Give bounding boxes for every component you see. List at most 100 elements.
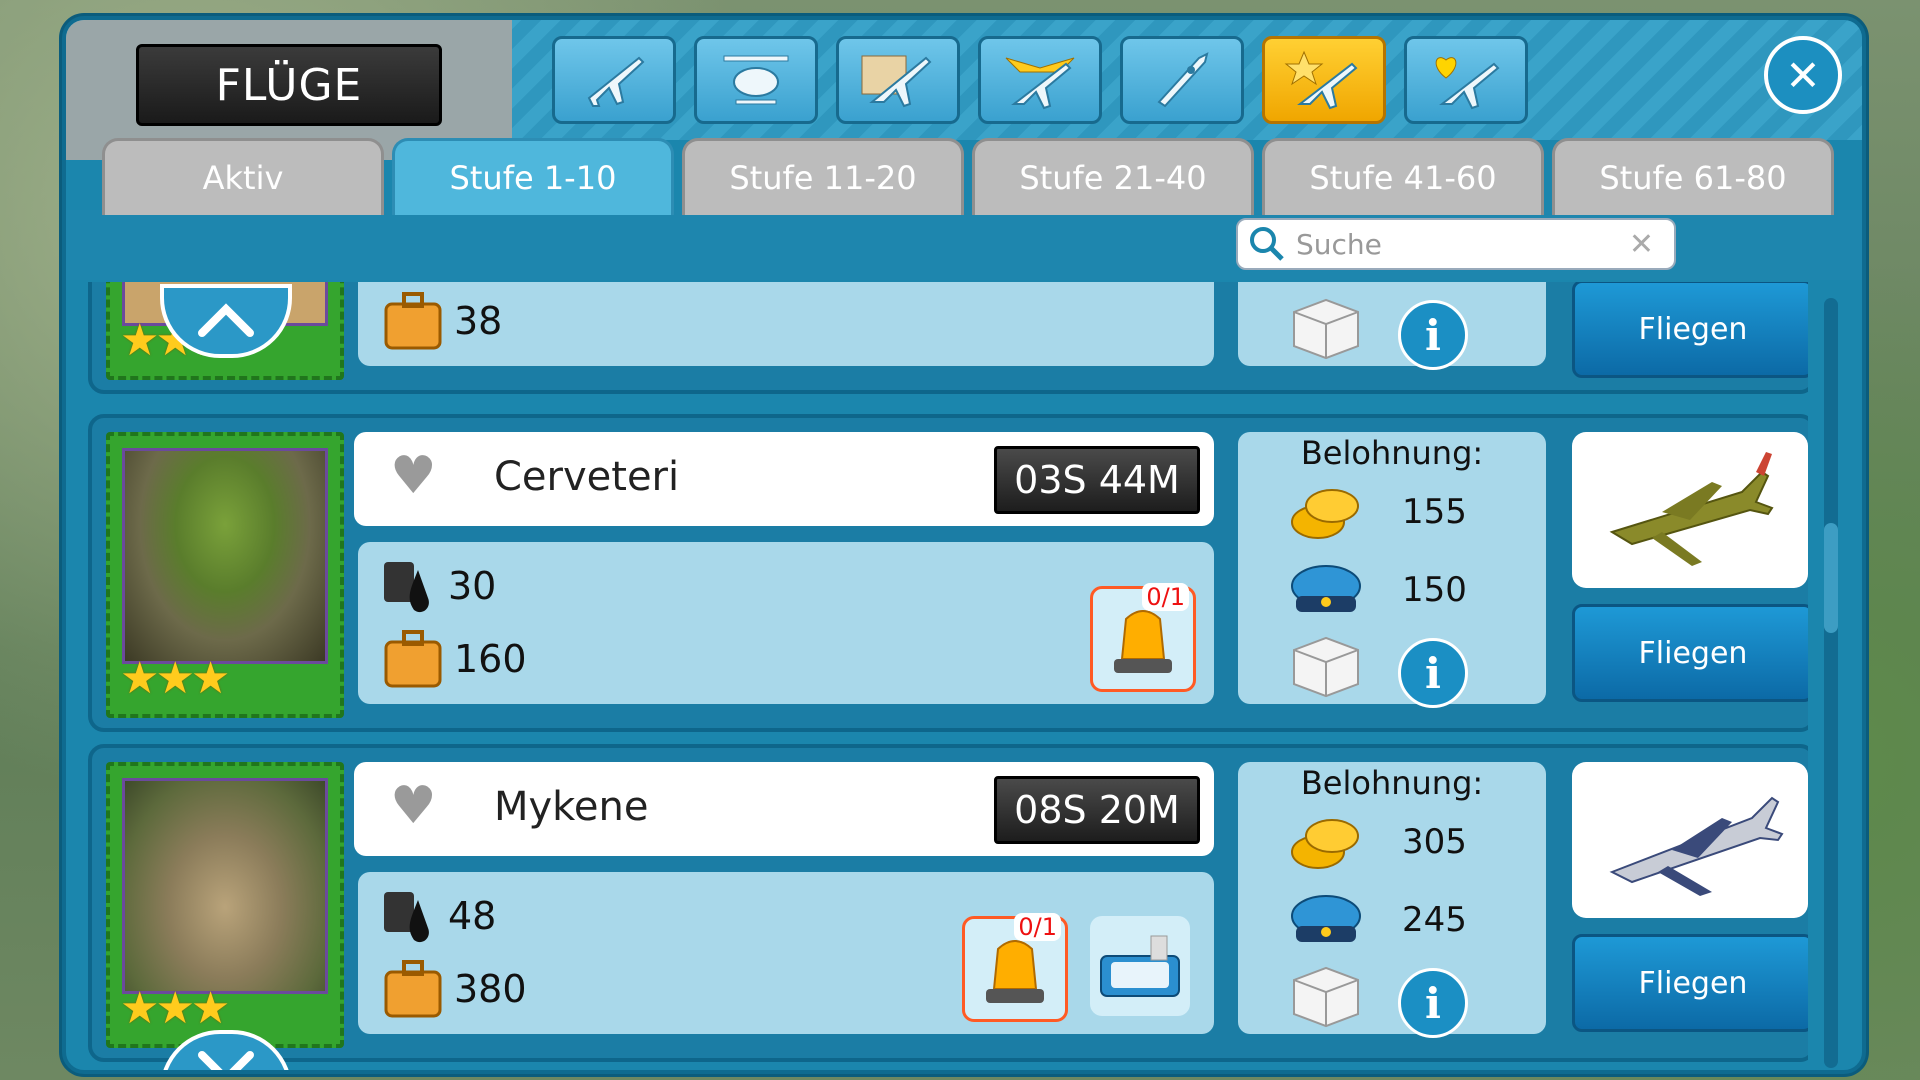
flight-row-cerveteri: ★★★ ♥ Cerveteri 03S 44M 30 160 0/1 Beloh… <box>88 414 1808 732</box>
tab-stufe-1-10[interactable]: Stufe 1-10 <box>392 138 674 215</box>
fly-button[interactable]: Fliegen <box>1572 934 1808 1032</box>
heart-plane-icon <box>1435 57 1500 110</box>
tab-stufe-61-80[interactable]: Stufe 61-80 <box>1552 138 1834 215</box>
flight-list: ★★★ 38 i Fliegen ★★★ ♥ Cerveteri 03S 44M… <box>88 282 1808 1062</box>
star-plane-icon <box>1284 50 1358 110</box>
pilot-cap-icon <box>1291 565 1361 612</box>
reward-label: Belohnung: <box>1300 434 1484 472</box>
category-star-button[interactable] <box>1262 36 1386 124</box>
fly-button[interactable]: Fliegen <box>1572 604 1808 702</box>
rating-stars: ★★★ <box>120 983 230 1034</box>
coins-icon <box>1291 819 1359 869</box>
reward-box-line <box>1288 294 1364 360</box>
bags-requirement: 380 <box>382 960 527 1018</box>
rating-stars: ★★★ <box>120 653 230 704</box>
cargo-plane-icon <box>1609 452 1774 566</box>
reward-panel: i <box>1238 282 1546 370</box>
coins-value: 155 <box>1402 492 1467 532</box>
requirements-panel: 48 380 0/1 <box>358 872 1214 1034</box>
flight-timer: 08S 20M <box>994 776 1200 844</box>
category-rocket-button[interactable] <box>1120 36 1244 124</box>
search-field[interactable]: Suche ✕ <box>1236 218 1676 270</box>
search-placeholder: Suche <box>1296 227 1382 261</box>
suitcase-icon <box>384 630 442 688</box>
jet-plane-icon <box>587 56 645 107</box>
suitcase-icon <box>384 960 442 1018</box>
scrollbar[interactable] <box>1824 298 1838 1068</box>
info-button[interactable]: i <box>1398 300 1468 370</box>
scrollbar-thumb[interactable] <box>1824 523 1838 633</box>
oil-drop-icon <box>384 562 429 613</box>
reward-box-line <box>1288 962 1364 1028</box>
reward-pilots: 150 <box>1288 560 1467 620</box>
destination-photo <box>122 448 328 664</box>
tab-stufe-21-40[interactable]: Stufe 21-40 <box>972 138 1254 215</box>
bags-requirement: 160 <box>382 630 527 688</box>
category-map-button[interactable] <box>836 36 960 124</box>
search-clear-icon[interactable]: ✕ <box>1629 227 1654 262</box>
siren-boost-slot[interactable]: 0/1 <box>1090 583 1196 692</box>
flights-window: FLÜGE ✕ Aktiv Stufe 1-10 Stufe 11-20 Stu… <box>62 16 1866 1074</box>
box-icon <box>1293 298 1359 360</box>
window-title: FLÜGE <box>136 44 442 126</box>
siren-boost-slot[interactable]: 0/1 <box>962 913 1068 1022</box>
category-helicopter-button[interactable] <box>694 36 818 124</box>
reward-box-line <box>1288 632 1364 698</box>
category-wings-button[interactable] <box>978 36 1102 124</box>
pilots-value: 150 <box>1402 570 1467 610</box>
favorite-heart-icon[interactable]: ♥ <box>390 450 437 502</box>
destination-name: Cerveteri <box>494 454 680 500</box>
chevron-up-icon <box>198 303 254 337</box>
tab-stufe-41-60[interactable]: Stufe 41-60 <box>1262 138 1544 215</box>
pilots-value: 245 <box>1402 900 1467 940</box>
meal-tray-icon <box>1100 935 1180 997</box>
meal-tray-slot[interactable] <box>1090 916 1190 1016</box>
fuel-requirement: 30 <box>382 556 496 616</box>
helicopter-icon <box>723 55 789 105</box>
winged-plane-icon <box>1005 57 1075 110</box>
siren-count-badge: 0/1 <box>1142 583 1189 611</box>
tab-aktiv[interactable]: Aktiv <box>102 138 384 215</box>
destination-stamp: ★★★ <box>106 762 344 1048</box>
plane-card <box>1572 762 1808 918</box>
jumbo-jet-icon <box>1609 796 1784 896</box>
tab-stufe-11-20[interactable]: Stufe 11-20 <box>682 138 964 215</box>
favorite-heart-icon[interactable]: ♥ <box>390 780 437 832</box>
info-button[interactable]: i <box>1398 638 1468 708</box>
flight-row-mykene: ★★★ ♥ Mykene 08S 20M 48 380 0/1 Belohnun… <box>88 744 1808 1062</box>
fuel-value: 30 <box>448 564 497 608</box>
siren-icon <box>1114 610 1172 673</box>
reward-label: Belohnung: <box>1300 764 1484 802</box>
bags-value: 160 <box>454 637 527 681</box>
coins-icon <box>1291 489 1359 539</box>
search-icon <box>1250 227 1284 261</box>
reward-coins: 155 <box>1288 482 1467 542</box>
fuel-value: 48 <box>448 894 497 938</box>
siren-icon <box>986 940 1044 1003</box>
map-plane-icon <box>861 55 932 108</box>
pilot-cap-icon <box>1291 895 1361 942</box>
destination-name: Mykene <box>494 784 649 830</box>
chevron-down-icon <box>198 1051 254 1070</box>
box-icon <box>1293 966 1359 1028</box>
category-jet-button[interactable] <box>552 36 676 124</box>
close-icon: ✕ <box>1785 50 1821 100</box>
destination-photo <box>122 778 328 994</box>
box-icon <box>1293 636 1359 698</box>
destination-header: ♥ Cerveteri 03S 44M <box>354 432 1214 526</box>
category-favorites-button[interactable] <box>1404 36 1528 124</box>
flight-row-partial: ★★★ 38 i Fliegen <box>88 282 1808 394</box>
close-button[interactable]: ✕ <box>1764 36 1842 114</box>
siren-count-badge: 0/1 <box>1014 913 1061 941</box>
destination-stamp: ★★★ <box>106 432 344 718</box>
info-button[interactable]: i <box>1398 968 1468 1038</box>
bags-value: 38 <box>454 299 503 343</box>
plane-card <box>1572 432 1808 588</box>
suitcase-icon <box>384 292 442 350</box>
bags-value: 380 <box>454 967 527 1011</box>
reward-pilots: 245 <box>1288 890 1467 950</box>
rocket-icon <box>1157 52 1209 108</box>
coins-value: 305 <box>1402 822 1467 862</box>
fly-button[interactable]: Fliegen <box>1572 282 1808 378</box>
reward-panel: Belohnung: 155 150 i <box>1238 432 1546 708</box>
